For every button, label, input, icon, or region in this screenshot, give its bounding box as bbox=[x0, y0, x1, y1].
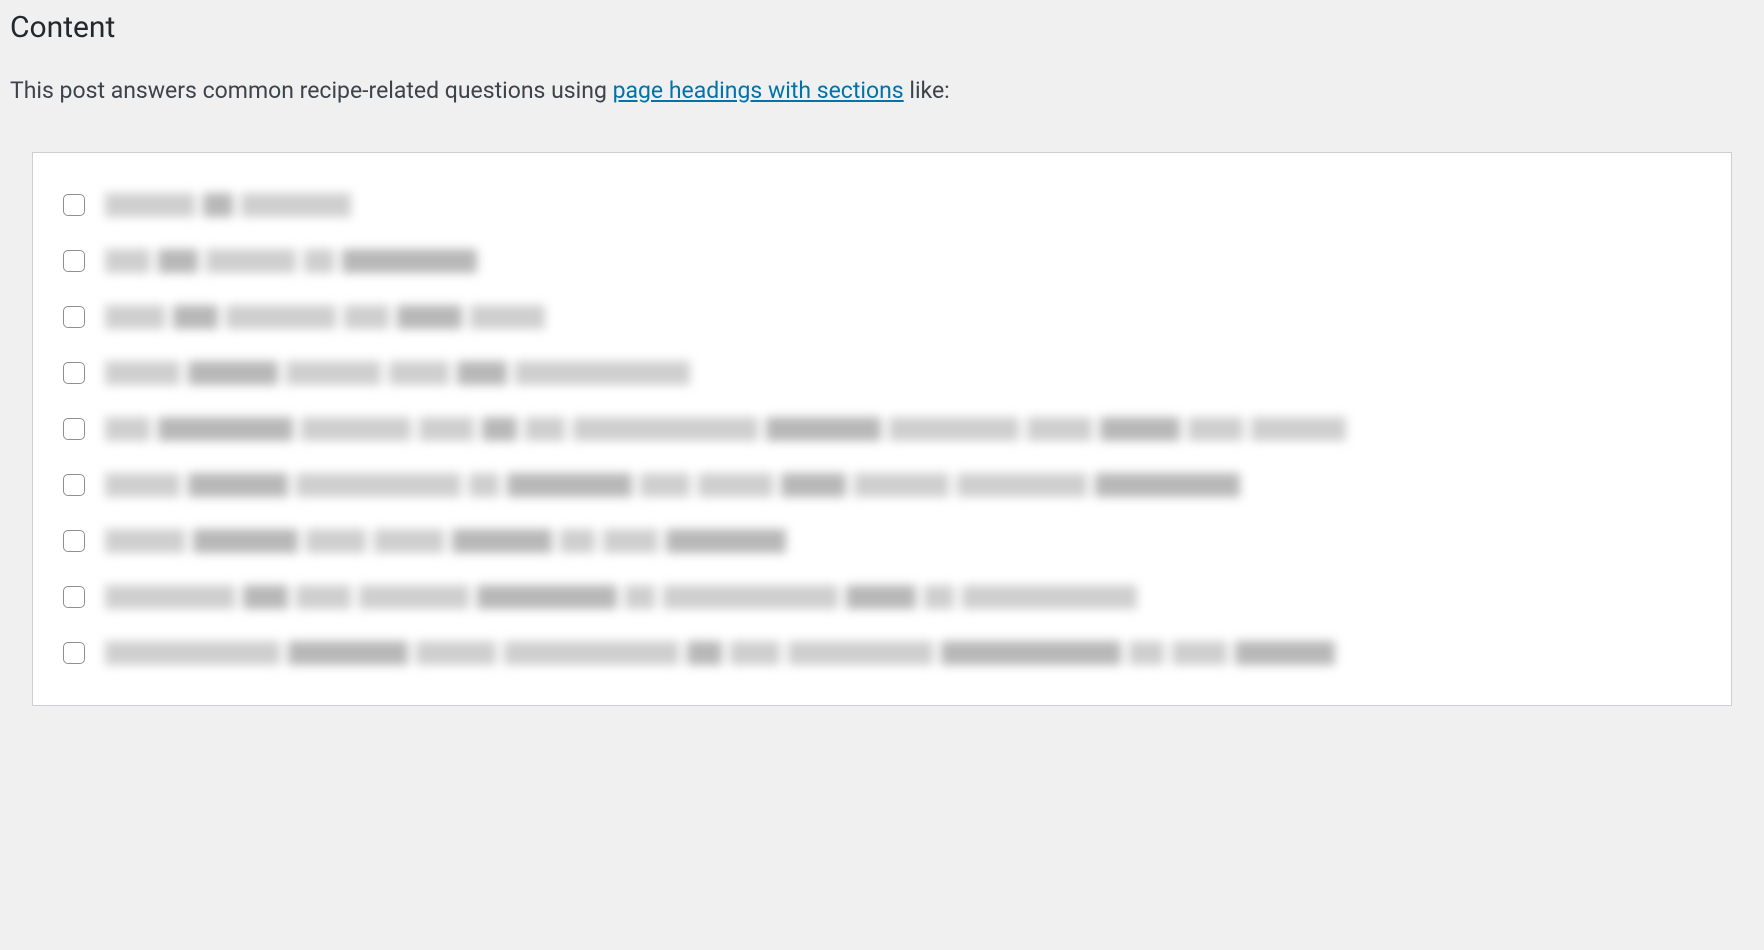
checklist-item bbox=[63, 193, 1701, 217]
blurred-text-placeholder bbox=[105, 529, 786, 553]
blurred-text-placeholder bbox=[105, 305, 545, 329]
headings-sections-link[interactable]: page headings with sections bbox=[613, 77, 904, 104]
checklist-item bbox=[63, 641, 1701, 665]
blurred-text-placeholder bbox=[105, 641, 1335, 665]
intro-prefix: This post answers common recipe-related … bbox=[10, 77, 613, 104]
checklist-item bbox=[63, 529, 1701, 553]
checkbox[interactable] bbox=[63, 642, 85, 664]
checkbox[interactable] bbox=[63, 250, 85, 272]
blurred-text-placeholder bbox=[105, 361, 690, 385]
intro-paragraph: This post answers common recipe-related … bbox=[10, 75, 1754, 107]
blurred-text-placeholder bbox=[105, 585, 1137, 609]
blurred-text-placeholder bbox=[105, 417, 1346, 441]
checklist-item bbox=[63, 249, 1701, 273]
blurred-text-placeholder bbox=[105, 193, 351, 217]
checklist-item bbox=[63, 585, 1701, 609]
checkbox[interactable] bbox=[63, 530, 85, 552]
checklist-item bbox=[63, 361, 1701, 385]
checkbox[interactable] bbox=[63, 474, 85, 496]
checkbox[interactable] bbox=[63, 362, 85, 384]
checklist-item bbox=[63, 473, 1701, 497]
checklist-item bbox=[63, 417, 1701, 441]
checklist-item bbox=[63, 305, 1701, 329]
checklist bbox=[63, 193, 1701, 665]
checklist-container bbox=[32, 152, 1732, 706]
checkbox[interactable] bbox=[63, 306, 85, 328]
checkbox[interactable] bbox=[63, 418, 85, 440]
blurred-text-placeholder bbox=[105, 249, 477, 273]
checkbox[interactable] bbox=[63, 194, 85, 216]
page-title: Content bbox=[10, 10, 1754, 45]
checkbox[interactable] bbox=[63, 586, 85, 608]
blurred-text-placeholder bbox=[105, 473, 1240, 497]
intro-suffix: like: bbox=[904, 77, 950, 104]
